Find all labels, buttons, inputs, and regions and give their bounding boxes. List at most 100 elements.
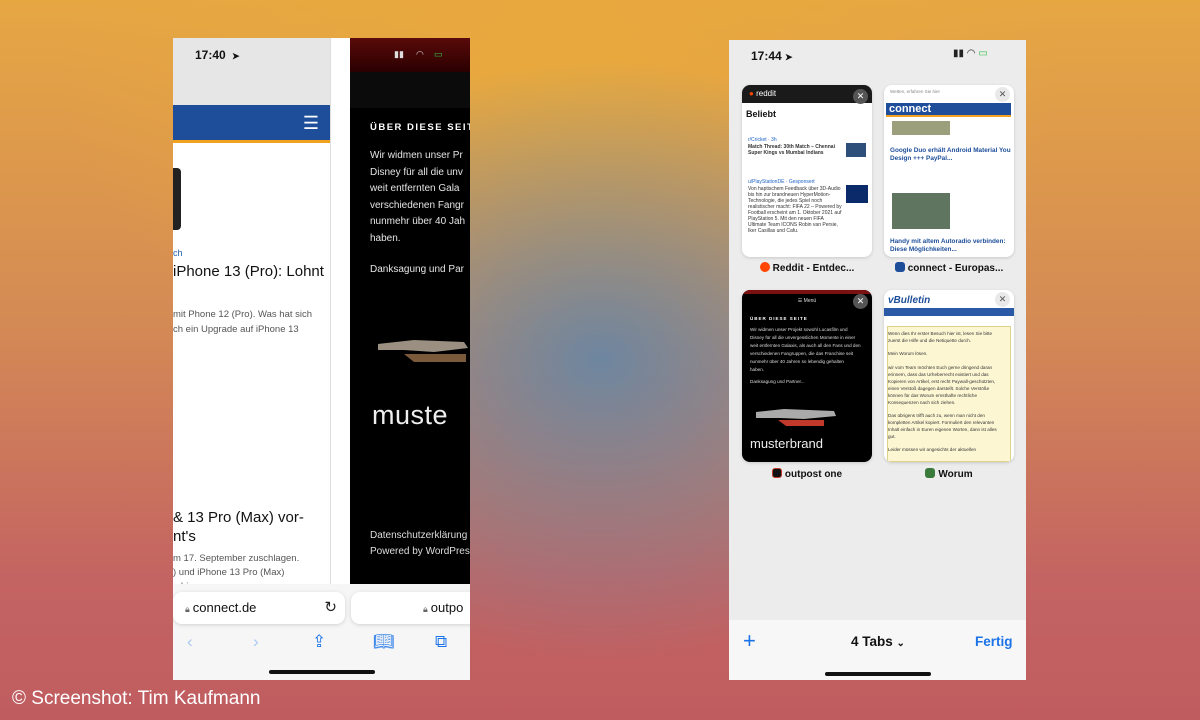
tab-card-worum[interactable]: vBulletin ✕ Wenn dies Ihr erster Besuch … — [884, 290, 1014, 462]
tab-groups-button[interactable]: 4 Tabs ⌄ — [851, 634, 905, 649]
tab-card-connect[interactable]: Wetten, erfahren Sie hier connect ✕ Goog… — [884, 85, 1014, 257]
post-thumbnail — [846, 143, 866, 157]
partner-logo — [378, 340, 468, 362]
tab-title-reddit[interactable]: Reddit - Entdec... — [742, 262, 872, 274]
notice-text: Mein Worum lösen. — [888, 351, 928, 356]
lock-icon: 🔒︎ — [185, 604, 190, 614]
connect-icon — [894, 262, 905, 272]
menu-icon[interactable]: ☰ — [303, 113, 319, 134]
bookmarks-icon[interactable]: 📖︎ — [373, 632, 395, 652]
back-icon[interactable]: ‹ — [187, 632, 193, 652]
article-headline[interactable]: Diese Möglichkeiten... — [890, 246, 957, 254]
about-text: Disney für all die unvergesslichen Momen… — [750, 335, 856, 340]
close-tab-button[interactable]: ✕ — [853, 294, 868, 309]
section-title: ÜBER DIESE SEIT — [370, 122, 470, 133]
status-bar: ▮▮ ◠ ▭ — [350, 38, 470, 72]
forward-icon[interactable]: › — [253, 632, 259, 652]
tab-title-worum[interactable]: Worum — [884, 468, 1014, 480]
notice-text: gut. — [888, 434, 896, 439]
battery-icon: ▭ — [978, 48, 988, 59]
connect-logo: connect — [886, 103, 1011, 117]
image-credit: © Screenshot: Tim Kaufmann — [12, 688, 261, 709]
address-bar[interactable]: 🔒︎ connect.de ↻ — [173, 592, 345, 624]
wifi-icon: ◠ — [416, 49, 424, 59]
worum-icon — [925, 468, 936, 478]
tab-card-outpost[interactable]: ☰ Menü ✕ ÜBER DIESE SEITE Wir widmen uns… — [742, 290, 872, 462]
about-text: weit entfernten Galaxis, als auch all de… — [750, 343, 861, 348]
url-text: connect.de — [192, 600, 257, 615]
share-icon[interactable]: ⇪ — [312, 632, 326, 652]
outpost-page-card[interactable]: ▮▮ ◠ ▭ ÜBER DIESE SEIT Wir widmen unser … — [350, 38, 470, 598]
article-headline[interactable]: & 13 Pro (Max) vor- nt's — [173, 508, 330, 546]
footer-text: Powered by WordPres — [370, 546, 470, 557]
notice-text: Leider müssen wir angesichts der aktuell… — [888, 447, 977, 452]
article-headline[interactable]: Google Duo erhält Android Material You — [890, 147, 1011, 155]
done-button[interactable]: Fertig — [975, 634, 1013, 649]
new-tab-button[interactable]: + — [743, 628, 756, 654]
status-bar: 17:44 ➤ ▮▮ ◠ ▭ — [729, 40, 1026, 70]
privacy-link[interactable]: Datenschutzerklärung — [370, 530, 467, 541]
safari-bottom-bar: 🔒︎ connect.de ↻ 🔒︎ outpo ‹ › ⇪ 📖︎ ⧉ — [173, 584, 470, 680]
connect-navbar: ☰ — [173, 105, 330, 143]
thanks-text: Danksagung und Partner... — [750, 379, 805, 384]
lock-icon: 🔒︎ — [423, 604, 428, 614]
top-link: Wetten, erfahren Sie hier — [890, 89, 940, 94]
close-tab-button[interactable]: ✕ — [853, 89, 868, 104]
section-title: ÜBER DIESE SEITE — [750, 316, 808, 321]
article-headline[interactable]: Handy mit altem Autoradio verbinden: — [890, 238, 1006, 246]
status-indicators: ▮▮ ◠ ▭ — [953, 48, 988, 59]
article-image — [892, 193, 950, 229]
close-tab-button[interactable]: ✕ — [995, 292, 1010, 307]
wifi-icon: ◠ — [966, 48, 976, 59]
signal-icon: ▮▮ — [394, 49, 404, 59]
signal-icon: ▮▮ — [953, 48, 965, 59]
reload-icon[interactable]: ↻ — [324, 598, 337, 616]
notice-text: zuerst die Hilfe und die Netiquette durc… — [888, 338, 971, 343]
reddit-icon — [759, 262, 770, 272]
url-text: outpo — [430, 600, 464, 615]
battery-icon: ▭ — [434, 49, 443, 59]
about-text: haben. — [750, 367, 765, 372]
location-icon: ➤ — [785, 52, 793, 62]
notice-text: Konsequenzen nach sich ziehen. — [888, 400, 956, 405]
address-bar[interactable]: 🔒︎ outpo — [351, 592, 470, 624]
right-phone-tab-overview: 17:44 ➤ ▮▮ ◠ ▭ ● reddit ✕ Beliebt r/Cric… — [729, 40, 1026, 680]
vbulletin-logo: vBulletin — [888, 295, 931, 306]
chevron-down-icon: ⌄ — [896, 638, 905, 649]
status-time: 17:40 — [195, 48, 226, 62]
about-text: Wir widmen unser Projekt sowohl Lucasfil… — [750, 327, 848, 332]
about-text: verschiedenen Fangruppen, die das Franch… — [750, 351, 854, 356]
tab-title-outpost[interactable]: outpost one — [742, 468, 872, 480]
post-text: Iker Casillas und Cafu. — [748, 228, 799, 234]
outpost-icon — [771, 468, 782, 478]
status-bar: 17:40 ➤ — [173, 38, 330, 72]
status-time: 17:44 ➤ — [751, 49, 793, 63]
location-icon: ➤ — [232, 51, 240, 61]
connect-page-card[interactable]: 17:40 ➤ ☰ ch iPhone 13 (Pro): Lohnt mit … — [173, 38, 331, 598]
post-meta: u/PlayStationDE · Gesponsert — [748, 179, 815, 185]
post-title[interactable]: Super Kings vs Mumbai Indians — [748, 150, 824, 156]
reddit-logo: ● reddit — [749, 89, 777, 98]
left-phone-safari-swipe: 17:40 ➤ ☰ ch iPhone 13 (Pro): Lohnt mit … — [173, 38, 470, 680]
article-image — [892, 121, 950, 135]
page-top-border — [742, 290, 872, 294]
ad-thumbnail — [846, 185, 868, 203]
tab-title-connect[interactable]: connect - Europas... — [884, 262, 1014, 274]
page-top-grey — [173, 72, 330, 106]
home-indicator[interactable] — [269, 670, 375, 674]
article-teaser: mit Phone 12 (Pro). Was hat sich ch ein … — [173, 309, 313, 335]
tabs-icon[interactable]: ⧉ — [435, 632, 447, 652]
brand-logo-text: muste — [372, 400, 449, 430]
notice-text: Inhalt einfach in Euren eigenen Worten, … — [888, 427, 997, 432]
about-text: nunmehr über 40 Jahren so lebendig gehal… — [750, 359, 844, 364]
close-tab-button[interactable]: ✕ — [995, 87, 1010, 102]
partner-logo — [756, 409, 836, 426]
post-meta: r/Cricket · 3h — [748, 137, 777, 143]
article-kicker: ch — [173, 248, 183, 258]
article-headline[interactable]: iPhone 13 (Pro): Lohnt — [173, 262, 330, 281]
thanks-text: Danksagung und Par — [370, 264, 464, 275]
tab-card-reddit[interactable]: ● reddit ✕ Beliebt r/Cricket · 3h Match … — [742, 85, 872, 257]
article-headline[interactable]: Design +++ PayPal... — [890, 155, 952, 163]
forum-navbar — [884, 308, 1014, 316]
home-indicator[interactable] — [825, 672, 931, 676]
